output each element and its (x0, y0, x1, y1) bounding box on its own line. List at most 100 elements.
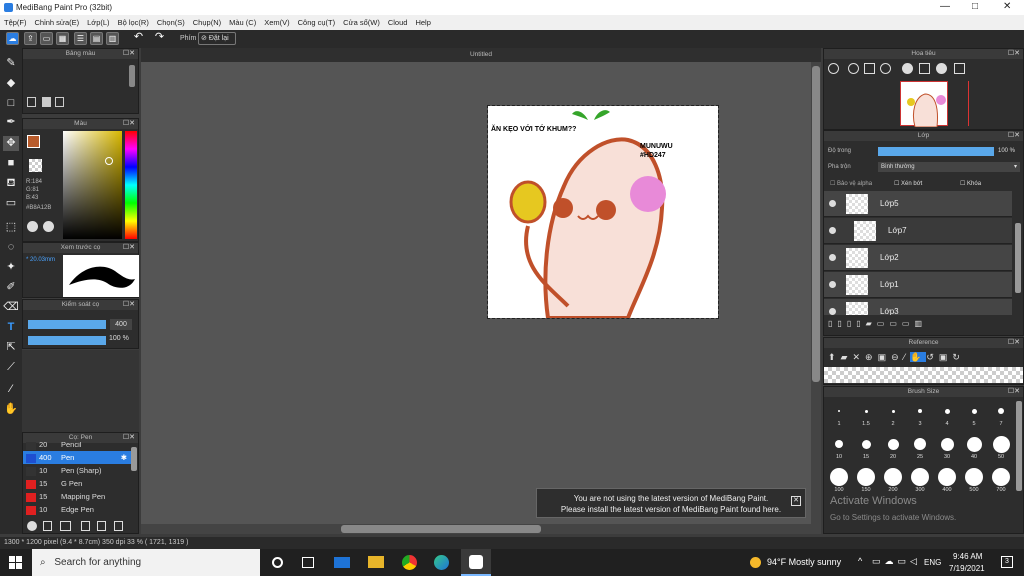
weather-text[interactable]: 94°F Mostly sunny (767, 557, 841, 567)
select-rect-icon[interactable]: ⬚ (3, 220, 19, 235)
brush-size-cell[interactable]: 700 (988, 467, 1014, 497)
ref-flip-icon[interactable]: ▣ (939, 352, 953, 362)
close-button[interactable]: ✕ (1003, 1, 1011, 12)
lock-checkbox[interactable]: ☐ Khóa (960, 180, 981, 187)
notification-close-icon[interactable]: ✕ (791, 496, 801, 506)
cloud-icon[interactable]: ☁ (6, 32, 19, 45)
brush-size-cell[interactable]: 100 (826, 467, 852, 497)
reset-button[interactable]: ⊘ Đặt lại (198, 32, 236, 45)
brush-size-cell[interactable]: 15 (853, 434, 879, 464)
brush-size-cell[interactable]: 40 (961, 434, 987, 464)
hand-tool-icon[interactable]: ✋ (3, 402, 19, 417)
menu-capture[interactable]: Chụp(N) (189, 15, 225, 27)
brush-size-cell[interactable]: 300 (907, 467, 933, 497)
taskbar-search-box[interactable]: ⌕ Search for anything (32, 549, 260, 576)
list-icon[interactable]: ☰ (74, 32, 87, 45)
brush-size-cell[interactable]: 2 (880, 401, 906, 431)
palette-delete-icon[interactable] (55, 97, 64, 107)
brush-size-cell[interactable]: 30 (934, 434, 960, 464)
brush-item[interactable]: 15 G Pen (23, 477, 131, 490)
chrome-icon[interactable] (402, 555, 417, 570)
minimize-button[interactable]: — (940, 1, 950, 12)
brush-size-cell[interactable]: 5 (961, 401, 987, 431)
brush-opacity-value[interactable]: 100 % (109, 335, 129, 342)
brush-size-cell[interactable]: 400 (934, 467, 960, 497)
grid-icon[interactable]: ▦ (56, 32, 69, 45)
clock-date[interactable]: 7/19/2021 (949, 564, 985, 573)
close-reference-icon[interactable]: ✕ (852, 352, 865, 362)
brush-size-cell[interactable]: 4 (934, 401, 960, 431)
add-layer-menu-icon[interactable]: ▯ (856, 319, 865, 328)
move-tool-icon[interactable]: ✥ (3, 136, 19, 151)
comment-icon[interactable]: ▭ (40, 32, 53, 45)
text-tool-icon[interactable]: T (3, 320, 19, 335)
panel-close-icon[interactable]: ☐✕ (1008, 338, 1020, 348)
layout-icon[interactable]: ▤ (90, 32, 103, 45)
notification-center-icon[interactable]: 3 (1001, 556, 1013, 568)
brush-item[interactable]: 20 Pencil (23, 442, 131, 451)
panel-close-icon[interactable]: ☐✕ (123, 49, 135, 59)
tray-chevron-icon[interactable]: ^ (858, 556, 862, 566)
color-wheel-icon[interactable] (27, 221, 38, 232)
maximize-button[interactable]: □ (972, 1, 978, 12)
brush-size-cell[interactable]: 25 (907, 434, 933, 464)
canvas-horizontal-scrollbar[interactable] (141, 524, 811, 534)
menu-cloud[interactable]: Cloud (384, 15, 412, 27)
menu-color[interactable]: Màu (C) (225, 15, 260, 27)
palette-new-icon[interactable] (42, 97, 51, 107)
layer-item[interactable]: Lớp1 (824, 272, 1012, 298)
delete-layer-icon[interactable]: ▥ (914, 319, 927, 328)
upload-icon[interactable]: ⇪ (24, 32, 37, 45)
pen-tool-icon[interactable]: ✒ (3, 115, 19, 130)
update-notification[interactable]: You are not using the latest version of … (536, 488, 806, 518)
menu-filter[interactable]: Bộ lọc(R) (114, 15, 153, 27)
brush-size-cell[interactable]: 50 (988, 434, 1014, 464)
menu-layer[interactable]: Lớp(L) (83, 15, 113, 27)
menu-tools[interactable]: Công cụ(T) (294, 15, 340, 27)
palette-add-icon[interactable] (27, 97, 36, 107)
reference-view[interactable] (824, 367, 1023, 383)
menu-edit[interactable]: Chỉnh sửa(E) (31, 15, 84, 27)
menu-window[interactable]: Cửa sổ(W) (339, 15, 384, 27)
brush-opacity-slider[interactable] (28, 336, 106, 345)
open-folder-icon[interactable]: ▰ (841, 352, 853, 362)
language-indicator[interactable]: ENG (924, 558, 941, 567)
eraser-tool-icon[interactable]: ◆ (3, 76, 19, 91)
eyedropper-icon[interactable]: ⁄ (3, 382, 19, 397)
brush-settings-icon[interactable] (60, 521, 71, 531)
vertical-scroll-thumb[interactable] (812, 66, 820, 382)
panel-close-icon[interactable]: ☐✕ (1008, 131, 1020, 141)
panel-close-icon[interactable]: ☐✕ (1008, 387, 1020, 397)
brush-size-cell[interactable]: 150 (853, 467, 879, 497)
drawing-canvas[interactable]: ĂN KẸO VỚI TỚ KHUM?? MUNUWU #HD247 (487, 105, 719, 320)
windows-start-icon[interactable] (9, 556, 22, 569)
edge-icon[interactable] (434, 555, 449, 570)
palette-scrollbar[interactable] (129, 65, 135, 87)
layer-opacity-slider[interactable] (878, 147, 994, 156)
bucket-icon[interactable]: ⛾ (3, 176, 19, 191)
new-layer-icon[interactable]: ▯ (828, 319, 837, 328)
brush-size-scrollbar[interactable] (1016, 401, 1022, 491)
actual-size-icon[interactable] (880, 63, 891, 74)
fit-icon[interactable] (864, 63, 875, 74)
color-picker-icon[interactable] (43, 221, 54, 232)
protect-alpha-checkbox[interactable]: ☐ Bảo vệ alpha (830, 180, 872, 187)
ref-zoom-in-icon[interactable]: ⊕ (865, 352, 878, 362)
layer-item[interactable]: Lớp2 (824, 245, 1012, 271)
merge-down-icon[interactable]: ▭ (889, 319, 902, 328)
brush-item[interactable]: 10 Edge Pen (23, 503, 131, 516)
medibang-taskbar-icon[interactable] (461, 549, 491, 576)
new-8bit-layer-icon[interactable]: ▯ (837, 319, 846, 328)
brush-size-cell[interactable]: 7 (988, 401, 1014, 431)
gear-icon[interactable]: ✱ (121, 451, 127, 464)
ref-rotate-left-icon[interactable]: ↺ (926, 352, 939, 362)
brush-size-slider[interactable] (28, 320, 106, 329)
clock-time[interactable]: 9:46 AM (953, 552, 982, 561)
rectangle-tool-icon[interactable]: □ (3, 96, 19, 111)
duplicate-layer-icon[interactable]: ▭ (877, 319, 890, 328)
select-eraser-icon[interactable]: ⌫ (3, 300, 19, 315)
color-picker-cursor[interactable] (105, 157, 113, 165)
brush-size-value[interactable]: 400 (110, 319, 132, 330)
ref-zoom-out-icon[interactable]: ⊖ (891, 352, 904, 362)
horizontal-scroll-thumb[interactable] (341, 525, 541, 533)
